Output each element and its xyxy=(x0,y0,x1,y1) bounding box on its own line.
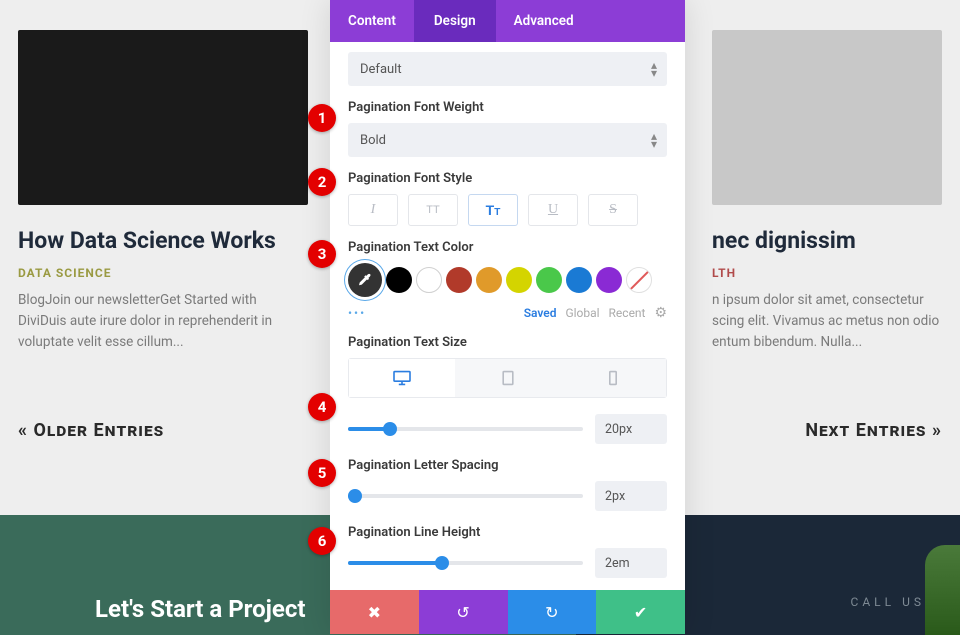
card-image xyxy=(18,30,308,205)
confirm-button[interactable]: ✔ xyxy=(596,590,685,634)
eyedropper-button[interactable] xyxy=(348,263,382,297)
card-category[interactable]: DATA SCIENCE xyxy=(18,266,308,280)
smallcaps-icon: TT xyxy=(486,202,501,218)
card-excerpt: BlogJoin our newsletterGet Started with … xyxy=(18,290,308,353)
color-green[interactable] xyxy=(536,267,562,293)
font-weight-label: Pagination Font Weight xyxy=(348,100,667,115)
eyedropper-icon xyxy=(357,272,373,288)
card-title[interactable]: How Data Science Works xyxy=(18,227,308,256)
select-value: Bold xyxy=(360,133,386,148)
phone-icon xyxy=(603,370,623,386)
cancel-button[interactable]: ✖ xyxy=(330,590,419,634)
color-red[interactable] xyxy=(446,267,472,293)
annotation-badge: 1 xyxy=(308,104,336,132)
text-size-label: Pagination Text Size xyxy=(348,335,667,350)
palette-recent-tab[interactable]: Recent xyxy=(609,306,646,320)
chevron-updown-icon: ▴▾ xyxy=(651,61,657,77)
redo-button[interactable]: ↻ xyxy=(508,590,597,634)
line-height-label: Pagination Line Height xyxy=(348,525,667,540)
color-orange[interactable] xyxy=(476,267,502,293)
annotation-badge: 2 xyxy=(308,168,336,196)
card-excerpt: n ipsum dolor sit amet, consectetur scin… xyxy=(712,290,942,353)
color-blue[interactable] xyxy=(566,267,592,293)
letter-spacing-value[interactable]: 2px xyxy=(595,481,667,511)
desktop-icon xyxy=(392,370,412,386)
device-selector xyxy=(348,358,667,398)
undo-button[interactable]: ↺ xyxy=(419,590,508,634)
color-swatches xyxy=(348,263,667,297)
smallcaps-button[interactable]: TT xyxy=(468,194,518,226)
text-size-value[interactable]: 20px xyxy=(595,414,667,444)
underline-button[interactable]: U xyxy=(528,194,578,226)
tablet-icon xyxy=(498,370,518,386)
older-entries-link[interactable]: « Older Entries xyxy=(18,420,164,441)
palette-global-tab[interactable]: Global xyxy=(565,306,599,320)
panel-footer: ✖ ↺ ↻ ✔ xyxy=(330,590,685,634)
select-value: Default xyxy=(360,62,402,77)
device-tablet[interactable] xyxy=(455,359,561,397)
font-style-label: Pagination Font Style xyxy=(348,171,667,186)
color-yellow[interactable] xyxy=(506,267,532,293)
card-category[interactable]: LTH xyxy=(712,266,942,280)
tab-advanced[interactable]: Advanced xyxy=(496,0,592,42)
tab-design[interactable]: Design xyxy=(414,0,496,42)
next-entries-link[interactable]: Next Entries » xyxy=(805,420,942,441)
color-purple[interactable] xyxy=(596,267,622,293)
italic-icon: I xyxy=(371,202,376,218)
letter-spacing-slider[interactable] xyxy=(348,494,583,498)
plant-decoration xyxy=(925,545,960,635)
italic-button[interactable]: I xyxy=(348,194,398,226)
annotation-badge: 5 xyxy=(308,459,336,487)
font-family-select[interactable]: Default ▴▾ xyxy=(348,52,667,86)
card-image xyxy=(712,30,942,205)
font-weight-select[interactable]: Bold ▴▾ xyxy=(348,123,667,157)
card-title[interactable]: nec dignissim xyxy=(712,227,942,256)
letter-spacing-label: Pagination Letter Spacing xyxy=(348,458,667,473)
strikethrough-button[interactable]: S xyxy=(588,194,638,226)
chevron-updown-icon: ▴▾ xyxy=(651,132,657,148)
check-icon: ✔ xyxy=(634,603,647,622)
project-heading: Let's Start a Project xyxy=(95,595,305,623)
device-phone[interactable] xyxy=(560,359,666,397)
line-height-slider[interactable] xyxy=(348,561,583,565)
line-height-value[interactable]: 2em xyxy=(595,548,667,578)
uppercase-icon: TT xyxy=(426,204,439,216)
annotation-badge: 6 xyxy=(308,527,336,555)
uppercase-button[interactable]: TT xyxy=(408,194,458,226)
palette-saved-tab[interactable]: Saved xyxy=(524,306,557,320)
gear-icon[interactable]: ⚙ xyxy=(654,305,667,321)
call-us-label: CALL US xyxy=(851,595,925,609)
color-none[interactable] xyxy=(626,267,652,293)
underline-icon: U xyxy=(548,202,558,218)
tab-content[interactable]: Content xyxy=(330,0,414,42)
strikethrough-icon: S xyxy=(609,202,617,218)
panel-tabs: Content Design Advanced xyxy=(330,0,685,42)
color-black[interactable] xyxy=(386,267,412,293)
more-dots-icon[interactable]: ••• xyxy=(348,306,366,320)
text-size-slider[interactable] xyxy=(348,427,583,431)
annotation-badge: 4 xyxy=(308,393,336,421)
device-desktop[interactable] xyxy=(349,359,455,397)
blog-card-2: nec dignissim LTH n ipsum dolor sit amet… xyxy=(712,30,942,460)
close-icon: ✖ xyxy=(368,603,381,622)
text-color-label: Pagination Text Color xyxy=(348,240,667,255)
color-white[interactable] xyxy=(416,267,442,293)
settings-panel: Content Design Advanced Default ▴▾ Pagin… xyxy=(330,0,685,634)
annotation-badge: 3 xyxy=(308,240,336,268)
redo-icon: ↻ xyxy=(545,603,558,622)
undo-icon: ↺ xyxy=(456,603,469,622)
blog-card-1: How Data Science Works DATA SCIENCE Blog… xyxy=(18,30,308,460)
